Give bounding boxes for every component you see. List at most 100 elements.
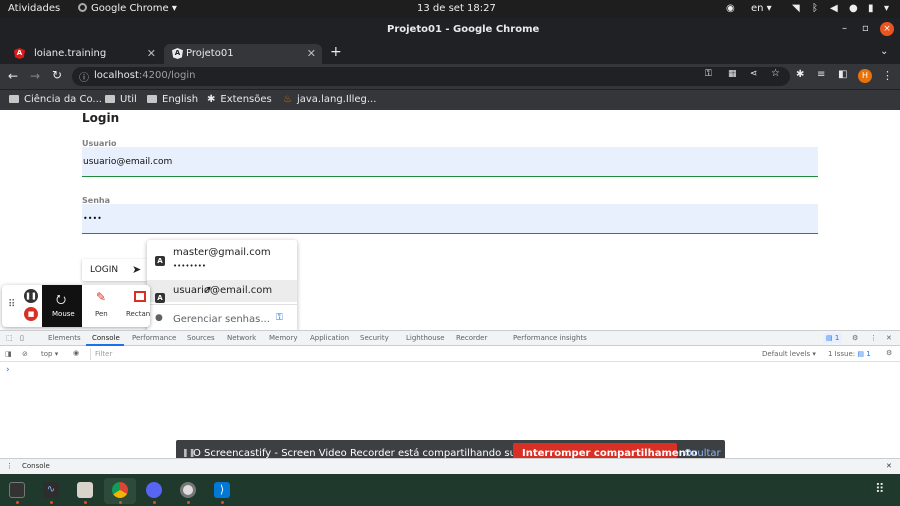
running-indicator <box>50 501 53 504</box>
close-tab-icon[interactable]: ✕ <box>307 47 316 60</box>
tab-loiane[interactable]: A loiane.training ✕ <box>6 44 162 64</box>
send-icon: ➤ <box>132 263 142 276</box>
tab-sources[interactable]: Sources <box>187 334 215 342</box>
forward-icon[interactable]: → <box>30 69 40 83</box>
obs-icon[interactable] <box>180 482 196 498</box>
back-icon[interactable]: ← <box>8 69 18 83</box>
language-indicator[interactable]: en ▾ <box>751 3 772 14</box>
tab-recorder[interactable]: Recorder <box>456 334 487 342</box>
running-indicator <box>153 501 156 504</box>
folder-icon <box>105 95 115 103</box>
folder-icon <box>147 95 157 103</box>
issues-counter[interactable]: 1 Issue: ▤ 1 <box>828 350 871 358</box>
tab-performance-insights[interactable]: Performance insights <box>513 334 587 342</box>
bookmark-star-icon[interactable]: ☆ <box>771 68 780 79</box>
clock[interactable]: 13 de set 18:27 <box>417 3 496 14</box>
inspect-icon[interactable]: ⬚ <box>6 334 13 342</box>
tab-label: loiane.training <box>34 48 107 59</box>
tab-performance[interactable]: Performance <box>132 334 176 342</box>
console-filter-input[interactable]: Filter <box>90 348 750 360</box>
eye-icon[interactable]: ◉ <box>73 349 79 357</box>
tab-application[interactable]: Application <box>310 334 349 342</box>
system-monitor-icon[interactable]: ∿ <box>43 482 59 498</box>
tab-elements[interactable]: Elements <box>48 334 81 342</box>
drag-handle-icon[interactable]: ⠿ <box>8 299 15 310</box>
close-window-icon[interactable]: × <box>880 22 894 36</box>
close-tab-icon[interactable]: ✕ <box>147 47 156 60</box>
app-grid-icon[interactable]: ⠿ <box>875 482 885 497</box>
autofill-item[interactable]: A usuario@email.com <box>147 280 297 303</box>
console-settings-gear-icon[interactable]: ⚙ <box>886 349 892 357</box>
discord-tray-icon[interactable]: ◉ <box>726 3 735 14</box>
drawer-menu-icon[interactable]: ⋮ <box>6 462 13 470</box>
new-tab-icon[interactable]: + <box>330 44 342 60</box>
activities-button[interactable]: Atividades <box>8 3 60 14</box>
chrome-menu-icon[interactable]: ⋮ <box>882 69 893 82</box>
tab-memory[interactable]: Memory <box>269 334 297 342</box>
key-icon[interactable]: ⚿ <box>705 69 712 79</box>
angular-icon: A <box>14 48 25 59</box>
translate-icon[interactable]: ▦ <box>728 69 737 79</box>
pen-tool-label: Pen <box>95 310 108 318</box>
extensions-puzzle-icon[interactable]: ✱ <box>796 69 804 80</box>
side-panel-icon[interactable]: ◧ <box>838 69 847 80</box>
login-button[interactable]: LOGIN ➤ <box>82 259 148 281</box>
context-label: top <box>41 350 53 358</box>
autofill-item[interactable]: A master@gmail.com •••••••• <box>147 240 297 278</box>
tab-security[interactable]: Security <box>360 334 389 342</box>
app-menu[interactable]: Google Chrome ▾ <box>78 3 177 14</box>
tab-network[interactable]: Network <box>227 334 256 342</box>
system-menu-chevron-icon[interactable]: ▾ <box>884 3 889 14</box>
language-label: en <box>751 3 764 14</box>
bookmark-util[interactable]: Util <box>105 94 137 105</box>
tab-strip: A loiane.training ✕ A Projeto01 ✕ + ⌄ <box>0 42 900 64</box>
address-bar[interactable]: ⓘ localhost:4200/login ⚿ ▦ ⋖ ☆ <box>72 67 790 86</box>
bookmark-java[interactable]: ♨ java.lang.Illeg... <box>283 94 376 105</box>
tab-console[interactable]: Console <box>92 334 120 342</box>
bookmark-extensoes[interactable]: ✱ Extensões <box>207 94 272 105</box>
pause-icon[interactable]: ❚❚ <box>24 289 38 303</box>
minimize-icon[interactable]: – <box>842 23 847 34</box>
devtools-menu-icon[interactable]: ⋮ <box>870 334 877 342</box>
tab-lighthouse[interactable]: Lighthouse <box>406 334 445 342</box>
drawer-tab-console[interactable]: Console <box>22 462 50 470</box>
mouse-tool[interactable]: ⭮ Mouse <box>42 285 82 327</box>
chrome-icon[interactable] <box>112 482 128 498</box>
manage-passwords-item[interactable]: ● Gerenciar senhas... ⚿ <box>147 306 297 330</box>
reload-icon[interactable]: ↻ <box>52 68 62 82</box>
log-levels-dropdown[interactable]: Default levels ▾ <box>762 350 816 358</box>
stop-icon[interactable]: ■ <box>24 307 38 321</box>
tab-search-chevron-icon[interactable]: ⌄ <box>880 46 888 57</box>
url-path: :4200/login <box>138 70 196 81</box>
clear-console-icon[interactable]: ⊘ <box>22 350 28 358</box>
bookmark-english[interactable]: English <box>147 94 198 105</box>
rectangle-tool[interactable]: Rectan <box>120 285 150 327</box>
close-drawer-icon[interactable]: ✕ <box>886 462 892 470</box>
discord-icon[interactable] <box>146 482 162 498</box>
share-icon[interactable]: ⋖ <box>750 69 758 79</box>
window-title-bar: Projeto01 - Google Chrome – ▫ × <box>0 18 900 42</box>
maximize-icon[interactable]: ▫ <box>862 23 869 34</box>
issues-badge[interactable]: ▤ 1 <box>823 333 843 343</box>
pen-tool[interactable]: ✎ Pen <box>86 285 118 327</box>
password-autofill-dropdown: A master@gmail.com •••••••• A usuario@em… <box>147 240 297 332</box>
console-prompt[interactable]: › <box>6 365 10 375</box>
close-devtools-icon[interactable]: ✕ <box>886 334 892 342</box>
terminal-icon[interactable] <box>9 482 25 498</box>
device-toolbar-icon[interactable]: ▯ <box>20 334 24 342</box>
email-field[interactable]: usuario@email.com <box>82 147 818 177</box>
folder-icon <box>9 95 19 103</box>
media-controls-icon[interactable]: ≡ <box>817 69 825 80</box>
files-icon[interactable] <box>77 482 93 498</box>
app-menu-label: Google Chrome <box>91 3 169 14</box>
info-icon[interactable]: ⓘ <box>79 69 89 84</box>
profile-avatar[interactable]: H <box>858 69 872 83</box>
bookmark-label: Extensões <box>220 94 272 105</box>
sidebar-toggle-icon[interactable]: ◨ <box>5 350 12 358</box>
settings-gear-icon[interactable]: ⚙ <box>852 334 858 342</box>
bookmark-ciencia[interactable]: Ciência da Co... <box>9 94 102 105</box>
password-field[interactable]: •••• <box>82 204 818 234</box>
tab-projeto01[interactable]: A Projeto01 ✕ <box>164 44 322 64</box>
context-selector[interactable]: top ▾ <box>41 350 58 358</box>
vscode-icon[interactable]: ⟩ <box>214 482 230 498</box>
